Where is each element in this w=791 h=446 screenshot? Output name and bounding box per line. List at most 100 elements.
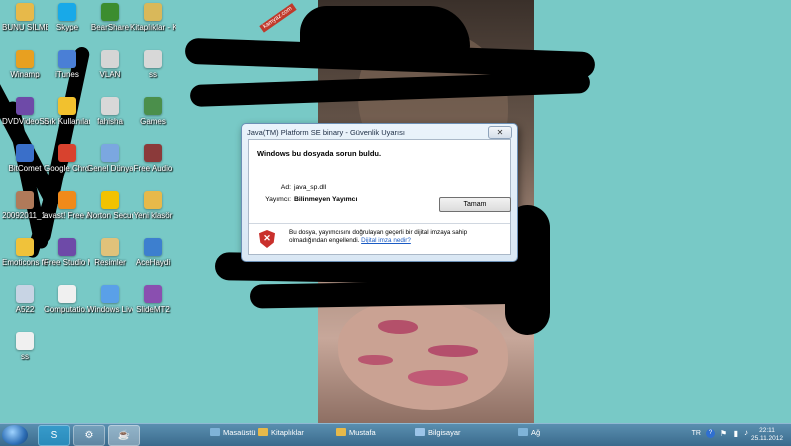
- divider: [249, 223, 510, 224]
- java-taskbar-icon[interactable]: ☕: [108, 425, 140, 446]
- ok-button[interactable]: Tamam: [439, 197, 511, 212]
- document-icon: [58, 285, 76, 303]
- winamp-icon: [16, 50, 34, 68]
- watermark: kamyaz.com: [259, 3, 297, 33]
- publisher-row: Yayımcı: Bilinmeyen Yayımcı: [265, 196, 357, 203]
- desktop-shortcut[interactable]: ss: [2, 332, 48, 378]
- messenger-icon: [101, 285, 119, 303]
- clock[interactable]: 22:11 25.11.2012: [749, 427, 785, 443]
- toolbar-item-label: Masaüstü: [223, 428, 256, 437]
- desktop-shortcut[interactable]: Games: [130, 97, 176, 143]
- desktop-shortcut-label: SlideMT2: [136, 305, 170, 314]
- desktop-shortcut[interactable]: BUNU SİLME: [2, 3, 48, 49]
- desktop-shortcut-label: A522: [15, 305, 35, 314]
- desktop-shortcut-label: BearShare: [90, 23, 130, 32]
- printer-icon: [144, 50, 162, 68]
- app-icon: [16, 285, 34, 303]
- desktop-shortcut[interactable]: Free Studio Manager: [44, 238, 90, 284]
- toolbar-item[interactable]: Ağ: [518, 428, 540, 437]
- language-indicator[interactable]: TR: [692, 430, 701, 437]
- desktop-shortcut[interactable]: iTunes: [44, 50, 90, 96]
- desktop-shortcut[interactable]: Winamp: [2, 50, 48, 96]
- bitcomet-icon: [16, 144, 34, 162]
- desktop-shortcut-label: Free Studio Manager: [44, 258, 90, 267]
- desktop-shortcut[interactable]: Kitaplıklar - Kısayol: [130, 3, 176, 49]
- desktop-shortcut[interactable]: Emoticons for your ...: [2, 238, 48, 284]
- desktop-shortcut[interactable]: Genel Dünya: [87, 144, 133, 190]
- marker-stroke: [249, 279, 541, 309]
- desktop-shortcut-label: Genel Dünya: [87, 164, 133, 173]
- desktop-shortcut-label: fahisha: [97, 117, 123, 126]
- desktop-shortcut[interactable]: Yeni klasör: [130, 191, 176, 237]
- start-button[interactable]: [2, 425, 28, 445]
- avast-icon: [58, 191, 76, 209]
- desktop-shortcut-label: Norton Security Scan: [87, 211, 133, 220]
- desktop-shortcut-label: 20092011_1...: [2, 211, 48, 220]
- desktop-shortcut[interactable]: BearShare: [87, 3, 133, 49]
- skype-taskbar-icon[interactable]: S: [38, 425, 70, 446]
- network-icon: [518, 428, 528, 436]
- itunes-icon: [58, 50, 76, 68]
- desktop-shortcut-label: Skype: [55, 23, 79, 32]
- desktop-shortcut-label: Games: [140, 117, 166, 126]
- libraries-icon: [144, 3, 162, 21]
- desktop-shortcut-label: Yeni klasör: [133, 211, 173, 220]
- desktop-shortcut[interactable]: Free Audio: [130, 144, 176, 190]
- desktop-shortcut-label: Sık Kullanılanlar: [44, 117, 90, 126]
- program-taskbar-icon[interactable]: ⚙: [73, 425, 105, 446]
- toolbar-item[interactable]: Masaüstü: [210, 428, 256, 437]
- desktop-shortcut[interactable]: Computatio...: [44, 285, 90, 331]
- desktop-shortcut-label: Winamp: [10, 70, 40, 79]
- desktop-shortcut-label: Resimler: [94, 258, 126, 267]
- freestudio-icon: [16, 97, 34, 115]
- desktop-shortcut[interactable]: 20092011_1...: [2, 191, 48, 237]
- freestudio-icon: [58, 238, 76, 256]
- desktop-shortcut-label: BitComet: [8, 164, 42, 173]
- file-name-key: Ad:: [280, 184, 291, 191]
- desktop-shortcut[interactable]: Skype: [44, 3, 90, 49]
- desktop-icon: [210, 428, 220, 436]
- desktop-shortcut[interactable]: A522: [2, 285, 48, 331]
- flag-icon[interactable]: ⚑: [720, 429, 727, 438]
- desktop-shortcut[interactable]: fahisha: [87, 97, 133, 143]
- desktop-shortcut[interactable]: Norton Security Scan: [87, 191, 133, 237]
- toolbar-item[interactable]: Bilgisayar: [415, 428, 461, 437]
- folder-icon: [258, 428, 268, 436]
- desktop-shortcut[interactable]: Resimler: [87, 238, 133, 284]
- taskbar: S ⚙ ☕ Masaüstü Kitaplıklar Mustafa Bilgisay…: [0, 423, 791, 446]
- dialog-title: Java(TM) Platform SE binary - Güvenlik U…: [247, 128, 405, 137]
- computer-icon: [415, 428, 425, 436]
- close-button[interactable]: ✕: [488, 126, 512, 139]
- desktop-shortcut-label: Kitaplıklar - Kısayol: [130, 23, 176, 32]
- desktop-shortcut[interactable]: BitComet: [2, 144, 48, 190]
- toolbar-item-label: Bilgisayar: [428, 428, 461, 437]
- desktop-shortcut[interactable]: Google Chrome: [44, 144, 90, 190]
- desktop-shortcut[interactable]: Windows Live Mesa...: [87, 285, 133, 331]
- app-icon: [144, 238, 162, 256]
- desktop-shortcut[interactable]: ss: [130, 50, 176, 96]
- desktop-shortcut-label: VLAN: [99, 70, 121, 79]
- desktop-shortcut[interactable]: DVDVideoSoft Free Studio: [2, 97, 48, 143]
- desktop-shortcut[interactable]: Sık Kullanılanlar: [44, 97, 90, 143]
- emoticon-icon: [16, 238, 34, 256]
- dialog-body: Windows bu dosyada sorun buldu. Ad: java…: [248, 139, 511, 255]
- network-icon: [101, 50, 119, 68]
- file-name-row: Ad: java_sp.dll: [281, 184, 326, 191]
- desktop: kamyaz.com BUNU SİLME Skype BearShare Kitap…: [0, 0, 791, 423]
- desktop-shortcut[interactable]: SlideMT2: [130, 285, 176, 331]
- network-status-icon[interactable]: ▮: [734, 429, 738, 438]
- archive-icon: [144, 285, 162, 303]
- desktop-shortcut-label: Google Chrome: [44, 164, 90, 173]
- bearshare-icon: [101, 3, 119, 21]
- publisher-key: Yayımcı:: [265, 196, 291, 203]
- desktop-shortcut[interactable]: avast! Free Antivirus: [44, 191, 90, 237]
- digital-signature-link[interactable]: Dijital imza nedir?: [361, 237, 411, 244]
- desktop-shortcut[interactable]: VLAN: [87, 50, 133, 96]
- volume-icon[interactable]: ♪: [744, 428, 748, 437]
- help-icon[interactable]: ?: [706, 429, 715, 438]
- toolbar-item[interactable]: Kitaplıklar: [258, 428, 304, 437]
- warning-message: Bu dosya, yayımcısını doğrulayan geçerli…: [289, 229, 504, 245]
- desktop-shortcut[interactable]: AceHaydi: [130, 238, 176, 284]
- folder-icon: [336, 428, 346, 436]
- toolbar-item[interactable]: Mustafa: [336, 428, 376, 437]
